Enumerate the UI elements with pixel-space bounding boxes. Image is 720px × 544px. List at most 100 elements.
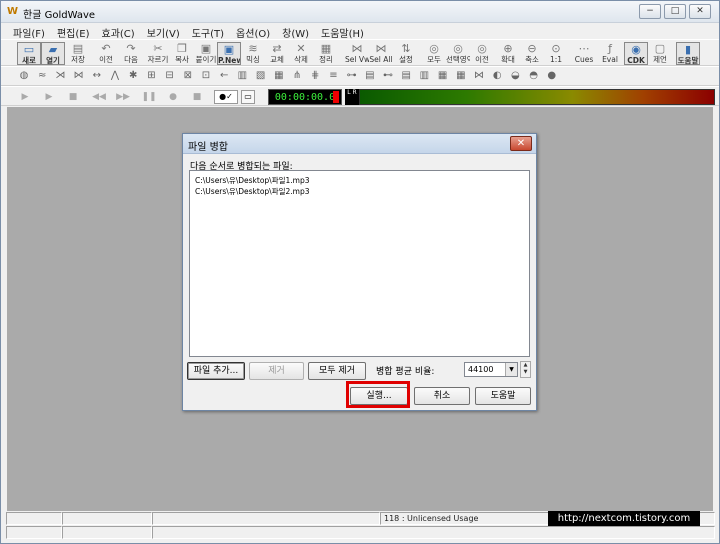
toolbar-button-5[interactable]: ✂ 자르기 bbox=[146, 42, 170, 65]
toolbar-button-26[interactable]: ▮ 도움말 bbox=[676, 42, 700, 65]
toolbar-button-8[interactable]: ▣ P.New bbox=[217, 42, 241, 65]
effect-icon[interactable]: ▥ bbox=[418, 70, 430, 82]
toolbar-button-13[interactable]: ⋈ Sel Vw bbox=[345, 42, 369, 65]
effect-icon[interactable]: ⋀ bbox=[109, 70, 121, 82]
paste-new-icon: ▣ bbox=[223, 43, 235, 56]
remove-all-button[interactable]: 모두 제거 bbox=[308, 362, 366, 380]
menu-view[interactable]: 보기(V) bbox=[141, 23, 186, 40]
maximize-button[interactable]: □ bbox=[664, 4, 686, 19]
toolbar-button-24[interactable]: ◉ CDK bbox=[624, 42, 648, 65]
menu-edit[interactable]: 편집(E) bbox=[51, 23, 96, 40]
rate-spinner[interactable]: ▲ ▼ bbox=[520, 361, 531, 378]
effect-icon[interactable]: ◍ bbox=[18, 70, 30, 82]
toolbar-button-0[interactable]: ▭ 새로 bbox=[17, 42, 41, 65]
effect-icon[interactable]: ◐ bbox=[491, 70, 503, 82]
effect-icon[interactable]: ◓ bbox=[528, 70, 540, 82]
effect-icon[interactable]: ◒ bbox=[509, 70, 521, 82]
toolbar-button-7[interactable]: ▣ 붙이기 bbox=[194, 42, 218, 65]
effect-icon[interactable]: ▤ bbox=[400, 70, 412, 82]
toolbar-button-9[interactable]: ≋ 믹싱 bbox=[241, 42, 265, 65]
effect-icon[interactable]: ▦ bbox=[455, 70, 467, 82]
toolbar-button-2[interactable]: ▤ 저장 bbox=[66, 42, 90, 65]
replace-icon: ⇄ bbox=[272, 42, 282, 55]
effect-icon[interactable]: ▧ bbox=[255, 70, 267, 82]
record-icon[interactable]: ● bbox=[165, 90, 181, 104]
effect-icon[interactable]: ▦ bbox=[437, 70, 449, 82]
rewind-icon[interactable]: ◀◀ bbox=[91, 90, 107, 104]
toolbar-button-23[interactable]: ƒ Eval bbox=[598, 42, 622, 65]
effect-icon[interactable]: ⋕ bbox=[309, 70, 321, 82]
toolbar-button-14[interactable]: ⋈ Sel All bbox=[369, 42, 393, 65]
effect-icon[interactable]: ⋔ bbox=[291, 70, 303, 82]
toolbar-button-4[interactable]: ↷ 다음 bbox=[119, 42, 143, 65]
toolbar-button-25[interactable]: ▢ 제언 bbox=[648, 42, 672, 65]
effect-icon[interactable]: ▥ bbox=[236, 70, 248, 82]
toolbar-button-19[interactable]: ⊕ 확대 bbox=[496, 42, 520, 65]
effect-icon[interactable]: ≡ bbox=[327, 70, 339, 82]
effect-icon[interactable]: ⋊ bbox=[54, 70, 66, 82]
effect-icon[interactable]: ⊶ bbox=[346, 70, 358, 82]
remove-button[interactable]: 제거 bbox=[249, 362, 304, 380]
menu-file[interactable]: 파일(F) bbox=[7, 23, 51, 40]
effect-icon[interactable]: ⋈ bbox=[473, 70, 485, 82]
cancel-button[interactable]: 취소 bbox=[414, 387, 470, 405]
effect-icon[interactable]: ← bbox=[218, 70, 230, 82]
effect-icon[interactable]: ⊞ bbox=[145, 70, 157, 82]
effect-icon[interactable]: ✱ bbox=[127, 70, 139, 82]
file-list[interactable]: C:\Users\유\Desktop\파일1.mp3 C:\Users\유\De… bbox=[189, 170, 530, 357]
help-button[interactable]: 도움말 bbox=[475, 387, 531, 405]
effect-icon[interactable]: ● bbox=[546, 70, 558, 82]
toolbar-button-17[interactable]: ◎선택영역 bbox=[446, 42, 470, 65]
close-button[interactable]: ✕ bbox=[689, 4, 711, 19]
open-folder-icon: ▰ bbox=[48, 43, 58, 56]
play-icon[interactable]: ▶ bbox=[17, 90, 33, 104]
toolbar-button-15[interactable]: ⇅ 설정 bbox=[394, 42, 418, 65]
effect-icon[interactable]: ⊟ bbox=[164, 70, 176, 82]
list-item[interactable]: C:\Users\유\Desktop\파일1.mp3 bbox=[190, 175, 529, 186]
toolbar-button-6[interactable]: ❐ 복사 bbox=[170, 42, 194, 65]
copy-icon: ❐ bbox=[177, 42, 187, 55]
merge-rate-select[interactable]: 44100 ▼ bbox=[464, 362, 518, 377]
fast-forward-icon[interactable]: ▶▶ bbox=[115, 90, 131, 104]
dialog-close-button[interactable]: ✕ bbox=[510, 136, 532, 151]
effect-icon[interactable]: ≈ bbox=[36, 70, 48, 82]
toolbar-button-10[interactable]: ⇄ 교체 bbox=[265, 42, 289, 65]
effect-icon[interactable]: ⋈ bbox=[73, 70, 85, 82]
menu-options[interactable]: 옵션(O) bbox=[230, 23, 276, 40]
effect-icon[interactable]: ⊷ bbox=[382, 70, 394, 82]
toolbar-button-label: 복사 bbox=[175, 55, 189, 64]
toolbar-button-16[interactable]: ◎ 모두 bbox=[422, 42, 446, 65]
effect-icon[interactable]: ⊠ bbox=[182, 70, 194, 82]
toolbar-button-3[interactable]: ↶ 이전 bbox=[94, 42, 118, 65]
effect-icon[interactable]: ▦ bbox=[273, 70, 285, 82]
stop-icon[interactable]: ■ bbox=[65, 90, 81, 104]
loop-checkbox[interactable]: ●✓ bbox=[214, 90, 238, 104]
list-item[interactable]: C:\Users\유\Desktop\파일2.mp3 bbox=[190, 186, 529, 197]
minimize-button[interactable]: − bbox=[639, 4, 661, 19]
pause-icon[interactable]: ❚❚ bbox=[141, 90, 157, 104]
toolbar-button-18[interactable]: ◎ 이전 bbox=[470, 42, 494, 65]
toolbar-button-21[interactable]: ⊙ 1:1 bbox=[544, 42, 568, 65]
toolbar-button-label: 1:1 bbox=[549, 55, 563, 64]
toolbar-button-22[interactable]: ⋯ Cues bbox=[572, 42, 596, 65]
play-selection-icon[interactable]: ▶ bbox=[41, 90, 57, 104]
window-toggle-button[interactable]: ▭ bbox=[241, 90, 255, 104]
stop-record-icon[interactable]: ■ bbox=[189, 90, 205, 104]
menu-window[interactable]: 창(W) bbox=[276, 23, 315, 40]
add-file-button[interactable]: 파일 추가... bbox=[187, 362, 245, 380]
toolbar-button-11[interactable]: ✕ 삭제 bbox=[289, 42, 313, 65]
effect-icon[interactable]: ↔ bbox=[91, 70, 103, 82]
effect-icon[interactable]: ▤ bbox=[364, 70, 376, 82]
toolbar-button-20[interactable]: ⊖ 축소 bbox=[520, 42, 544, 65]
menu-effects[interactable]: 효과(C) bbox=[96, 23, 141, 40]
toolbar-button-1[interactable]: ▰ 열기 bbox=[41, 42, 65, 65]
merge-rate-label: 병합 평균 비율: bbox=[376, 367, 435, 377]
menu-tools[interactable]: 도구(T) bbox=[186, 23, 230, 40]
chevron-down-icon[interactable]: ▼ bbox=[505, 363, 517, 376]
toolbar-button-12[interactable]: ▦ 정리 bbox=[314, 42, 338, 65]
spin-up-icon[interactable]: ▲ bbox=[521, 362, 530, 369]
menu-help[interactable]: 도움말(H) bbox=[315, 23, 370, 40]
spin-down-icon[interactable]: ▼ bbox=[521, 369, 530, 376]
eval-icon: ƒ bbox=[608, 42, 612, 55]
effect-icon[interactable]: ⊡ bbox=[200, 70, 212, 82]
